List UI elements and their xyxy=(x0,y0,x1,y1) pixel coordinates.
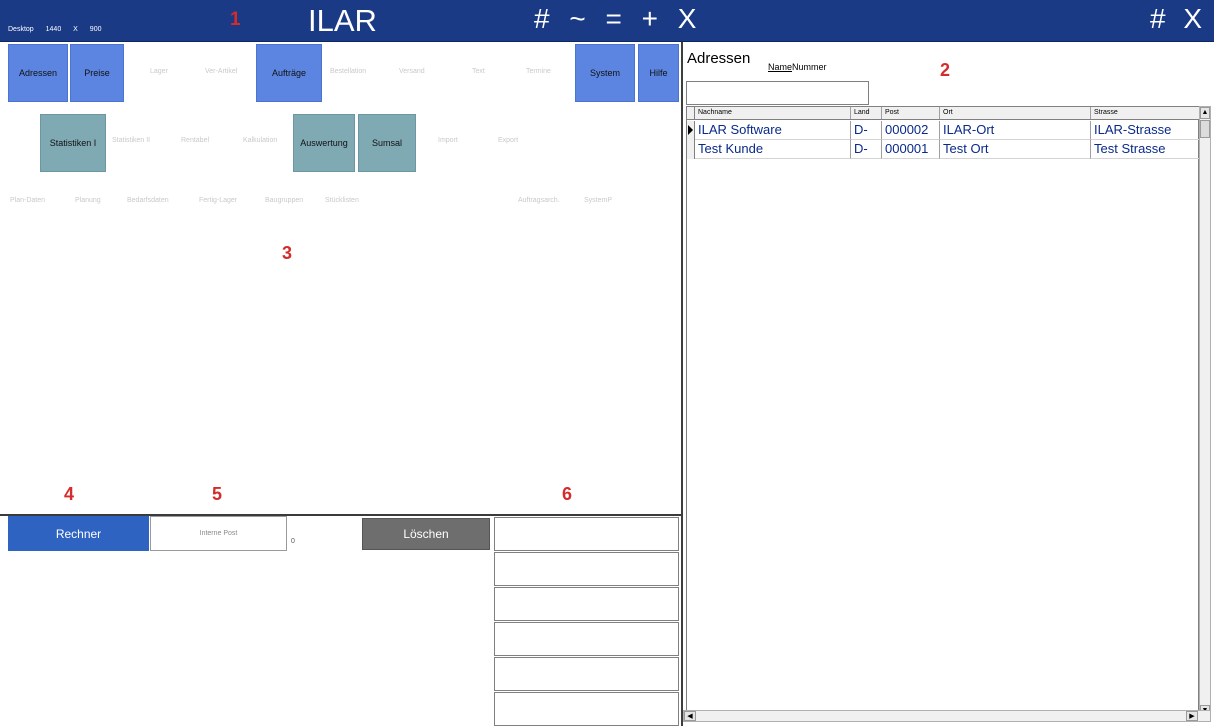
cell-ort: Test Ort xyxy=(939,140,1090,159)
cell-nachname: ILAR Software xyxy=(695,121,850,140)
nav-versand-button[interactable]: Versand xyxy=(399,68,425,75)
scroll-up-icon[interactable]: ▲ xyxy=(1200,107,1210,119)
header-selector-cell xyxy=(687,107,695,119)
tab-nummer[interactable]: Nummer xyxy=(792,62,827,72)
nav-rentabel-button[interactable]: Rentabel xyxy=(181,137,209,144)
cell-land: D- xyxy=(850,121,881,140)
message-slot-4[interactable] xyxy=(494,622,679,656)
desktop-resolution-label: Desktop 1440 X 900 xyxy=(8,26,111,33)
right-close-button[interactable]: X xyxy=(1183,3,1202,34)
row-selector[interactable] xyxy=(687,121,695,140)
table-row[interactable]: Test Kunde D- 000001 Test Ort Test Stras… xyxy=(687,140,1200,159)
nav-systemp-button[interactable]: SystemP xyxy=(584,197,612,204)
col-land[interactable]: Land xyxy=(850,107,881,119)
nav-bedarfsdaten-button[interactable]: Bedarfsdaten xyxy=(127,197,169,204)
horizontal-scrollbar[interactable]: ◀ ▶ xyxy=(683,710,1211,722)
desktop-label: Desktop xyxy=(8,26,34,33)
nav-plan-daten-button[interactable]: Plan-Daten xyxy=(10,197,45,204)
sort-tabs: NameNummer xyxy=(768,62,827,72)
vertical-scrollbar[interactable]: ▲ ▼ xyxy=(1199,106,1211,718)
col-post[interactable]: Post xyxy=(881,107,939,119)
marker-5: 5 xyxy=(212,484,223,504)
right-hash-button[interactable]: # xyxy=(1150,3,1166,34)
nav-planung-button[interactable]: Planung xyxy=(75,197,101,204)
nav-export-button[interactable]: Export xyxy=(498,137,518,144)
loeschen-button[interactable]: Löschen xyxy=(362,518,490,550)
message-slot-1[interactable] xyxy=(494,517,679,551)
marker-4: 4 xyxy=(64,484,75,504)
nav-lager-button[interactable]: Lager xyxy=(150,68,168,75)
message-slot-6[interactable] xyxy=(494,692,679,726)
address-table: Nachname Land Post Ort Strasse ILAR Soft… xyxy=(686,106,1200,718)
nav-adressen-button[interactable]: Adressen xyxy=(8,44,68,102)
cell-nachname: Test Kunde xyxy=(695,140,850,159)
close-control-button[interactable]: X xyxy=(678,3,700,34)
nav-ver-artikel-button[interactable]: Ver-Artikel xyxy=(205,68,237,75)
message-slot-5[interactable] xyxy=(494,657,679,691)
message-slot-3[interactable] xyxy=(494,587,679,621)
cell-post: 000002 xyxy=(881,121,939,140)
nav-text-button[interactable]: Text xyxy=(472,68,485,75)
message-slot-2[interactable] xyxy=(494,552,679,586)
plus-control-button[interactable]: + xyxy=(642,3,661,34)
tab-name[interactable]: Name xyxy=(768,62,792,72)
col-ort[interactable]: Ort xyxy=(939,107,1090,119)
nav-baugruppen-button[interactable]: Baugruppen xyxy=(265,197,303,204)
nav-preise-button[interactable]: Preise xyxy=(70,44,124,102)
interne-post-button[interactable]: Interne Post xyxy=(150,516,287,551)
app-title: ILAR xyxy=(308,3,377,38)
window-controls: # ~ = + X xyxy=(534,3,705,35)
scroll-thumb[interactable] xyxy=(1200,120,1210,138)
nav-fertig-lager-button[interactable]: Fertig-Lager xyxy=(199,197,237,204)
nav-termine-button[interactable]: Termine xyxy=(526,68,551,75)
nav-stuecklisten-button[interactable]: Stücklisten xyxy=(325,197,359,204)
marker-3: 3 xyxy=(282,243,293,263)
scroll-right-icon[interactable]: ▶ xyxy=(1186,711,1198,721)
cell-strasse: ILAR-Strasse xyxy=(1090,121,1200,140)
row-pointer-icon xyxy=(688,125,693,135)
marker-6: 6 xyxy=(562,484,573,504)
row-selector[interactable] xyxy=(687,140,695,159)
scroll-left-icon[interactable]: ◀ xyxy=(684,711,696,721)
resolution-x: X xyxy=(73,26,78,33)
nav-statistiken-2-button[interactable]: Statistiken II xyxy=(112,137,150,144)
address-search-input[interactable] xyxy=(686,81,869,105)
addresses-title: Adressen xyxy=(687,50,751,67)
table-header: Nachname Land Post Ort Strasse xyxy=(687,107,1200,120)
interne-post-count: 0 xyxy=(291,538,295,545)
nav-kalkulation-button[interactable]: Kalkulation xyxy=(243,137,277,144)
rechner-button[interactable]: Rechner xyxy=(8,516,149,551)
cell-strasse: Test Strasse xyxy=(1090,140,1200,159)
resolution-height: 900 xyxy=(89,26,102,33)
nav-import-button[interactable]: Import xyxy=(438,137,458,144)
addresses-panel: Adressen NameNummer Nachname Land Post O… xyxy=(683,42,1214,726)
title-bar: Desktop 1440 X 900 ILAR # ~ = + X # X xyxy=(0,0,1214,42)
cell-post: 000001 xyxy=(881,140,939,159)
equals-control-button[interactable]: = xyxy=(606,3,625,34)
nav-auftraege-button[interactable]: Aufträge xyxy=(256,44,322,102)
col-nachname[interactable]: Nachname xyxy=(695,107,850,119)
cell-ort: ILAR-Ort xyxy=(939,121,1090,140)
right-window-controls: # X xyxy=(1150,3,1212,35)
col-strasse[interactable]: Strasse xyxy=(1090,107,1200,119)
hash-control-button[interactable]: # xyxy=(534,3,553,34)
table-row[interactable]: ILAR Software D- 000002 ILAR-Ort ILAR-St… xyxy=(687,121,1200,140)
nav-bestellation-button[interactable]: Bestellation xyxy=(330,68,366,75)
marker-1: 1 xyxy=(230,9,241,30)
tilde-control-button[interactable]: ~ xyxy=(569,3,588,34)
nav-auftragsarchiv-button[interactable]: Auftragsarch. xyxy=(518,197,560,204)
nav-system-button[interactable]: System xyxy=(575,44,635,102)
nav-sumsal-button[interactable]: Sumsal xyxy=(358,114,416,172)
nav-statistiken-1-button[interactable]: Statistiken I xyxy=(40,114,106,172)
nav-hilfe-button[interactable]: Hilfe xyxy=(638,44,679,102)
nav-auswertung-button[interactable]: Auswertung xyxy=(293,114,355,172)
cell-land: D- xyxy=(850,140,881,159)
resolution-width: 1440 xyxy=(45,26,62,33)
